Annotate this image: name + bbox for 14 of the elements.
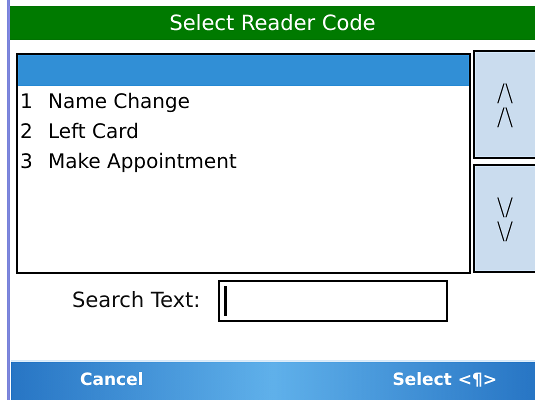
- cancel-button[interactable]: Cancel: [74, 368, 150, 394]
- select-button[interactable]: Select <¶>: [386, 368, 503, 394]
- item-label[interactable]: Left Card: [48, 116, 139, 146]
- search-field[interactable]: [218, 280, 448, 322]
- item-label[interactable]: Make Appointment: [48, 146, 237, 176]
- scroll-button[interactable]: \/ \/: [473, 164, 535, 273]
- item-number: 2: [20, 118, 34, 145]
- search-label: Search Text:: [72, 287, 200, 314]
- window-title: Select Reader Code: [10, 6, 535, 40]
- scroll-button[interactable]: /\ /\: [473, 50, 535, 159]
- item-number: 1: [20, 88, 34, 115]
- item-number: 3: [20, 148, 34, 175]
- code-list[interactable]: 1 Name Change 2 Left Card 3 Make Appointment: [16, 53, 471, 274]
- item-label[interactable]: Name Change: [48, 86, 190, 116]
